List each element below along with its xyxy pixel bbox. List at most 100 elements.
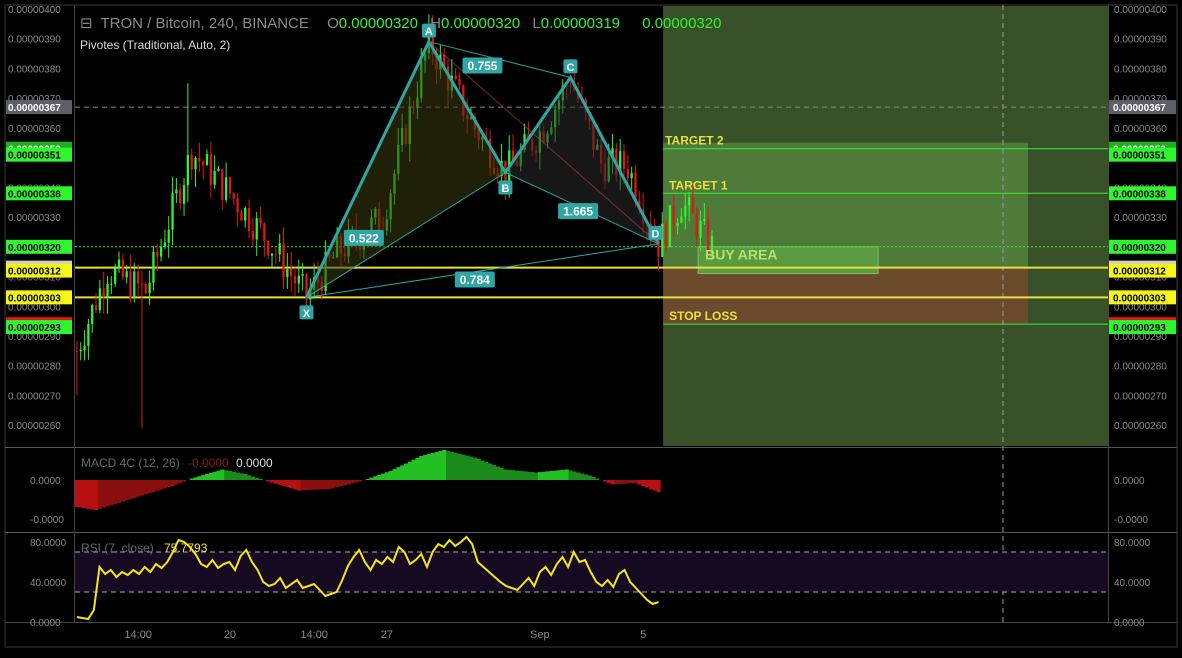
- macd-bar: [343, 480, 347, 485]
- chart-header: ⊟ TRON / Bitcoin, 240, BINANCE O 0.000003…: [80, 14, 725, 32]
- candle: [275, 247, 277, 264]
- candle-body: [455, 76, 457, 79]
- candle-body: [665, 224, 667, 247]
- macd-bar: [255, 478, 259, 480]
- candle: [168, 216, 170, 258]
- price-badge-right-text: 0.00000312: [1113, 267, 1166, 278]
- price-tick-right: 0.00000270: [1114, 391, 1167, 402]
- trading-chart[interactable]: XABCD0.7550.5221.6650.784TARGET 2TARGET …: [0, 0, 1182, 653]
- candle: [106, 276, 108, 314]
- candle-body: [145, 284, 147, 293]
- macd-bar: [641, 480, 645, 486]
- macd-bar: [121, 480, 125, 502]
- macd-bar: [553, 471, 557, 480]
- pattern-ratio-label: 0.784: [460, 273, 490, 287]
- macd-bar: [163, 480, 167, 488]
- candle-body: [673, 205, 675, 226]
- rsi-value: 75.7793: [164, 541, 208, 555]
- low-label: L: [532, 15, 540, 32]
- candle-body: [282, 243, 284, 277]
- macd-bar: [270, 480, 274, 483]
- pattern-point-label: D: [651, 228, 659, 240]
- candle-body: [80, 350, 82, 351]
- macd-bar: [412, 460, 416, 480]
- candle-body: [148, 283, 150, 293]
- macd-bar: [243, 474, 247, 480]
- macd-bar: [511, 470, 515, 480]
- setup-label: TARGET 2: [665, 134, 724, 148]
- candle: [669, 205, 671, 248]
- price-tick-left: 0.00000400: [8, 5, 61, 16]
- macd-bar: [492, 465, 496, 480]
- candle: [87, 319, 89, 360]
- price-tick-right: 0.00000400: [1114, 5, 1167, 16]
- candle-body: [298, 276, 300, 284]
- time-tick: 14:00: [300, 629, 328, 641]
- candle: [256, 212, 258, 256]
- open-label: O: [327, 15, 339, 32]
- candle-body: [676, 223, 678, 226]
- macd-bar: [274, 480, 278, 484]
- macd-bar: [377, 475, 381, 480]
- price-badge-right-text: 0.00000320: [1113, 243, 1166, 254]
- candle-body: [696, 213, 698, 238]
- candle: [458, 73, 460, 90]
- macd-tick-right: -0.0000: [1114, 515, 1148, 526]
- macd-bar: [320, 480, 324, 489]
- price-tick-right: 0.00000280: [1114, 362, 1167, 373]
- candle: [279, 234, 281, 262]
- candle: [175, 178, 177, 203]
- macd-bar: [503, 470, 507, 481]
- candle-body: [236, 198, 238, 212]
- candle-body: [252, 231, 254, 239]
- macd-bar: [75, 480, 79, 507]
- macd-bar: [308, 480, 312, 490]
- macd-bar: [266, 480, 270, 482]
- macd-bar: [588, 476, 592, 481]
- menu-icon[interactable]: ⊟: [80, 15, 93, 32]
- candle: [103, 272, 105, 314]
- candle-body: [106, 284, 108, 297]
- macd-bar: [542, 472, 546, 480]
- price-tick-left: 0.00000380: [8, 64, 61, 75]
- time-tick: 14:00: [124, 629, 152, 641]
- rsi-tick-right: 0.0000: [1114, 618, 1145, 629]
- macd-bar: [94, 480, 98, 510]
- symbol-title[interactable]: TRON / Bitcoin, 240, BINANCE: [100, 15, 308, 32]
- price-badge-right-text: 0.00000351: [1113, 151, 1166, 162]
- macd-bar: [285, 480, 289, 487]
- macd-bar: [347, 480, 351, 484]
- candle-body: [263, 224, 265, 242]
- candle-body: [631, 173, 633, 178]
- macd-bar: [125, 480, 129, 500]
- candle: [148, 271, 150, 305]
- close-value: 0.00000320: [642, 15, 721, 32]
- time-tick: 5: [640, 629, 646, 641]
- macd-bar: [339, 480, 343, 486]
- macd-bar: [282, 480, 286, 486]
- candle-body: [627, 169, 629, 178]
- candle-body: [164, 243, 166, 247]
- pattern-point-label: B: [501, 183, 509, 195]
- time-tick: Sep: [530, 629, 550, 641]
- macd-bar: [209, 473, 213, 480]
- indicator-label[interactable]: Pivotes (Traditional, Auto, 2): [80, 38, 230, 52]
- macd-bar: [446, 451, 450, 480]
- candle-body: [175, 189, 177, 193]
- candle-body: [229, 177, 231, 193]
- candle: [217, 166, 219, 172]
- macd-bar: [370, 478, 374, 480]
- low-value: 0.00000319: [541, 15, 620, 32]
- high-label: H: [430, 15, 441, 32]
- candle: [191, 148, 193, 179]
- macd-bar: [645, 480, 649, 488]
- candle-body: [225, 177, 227, 200]
- macd-bar: [128, 480, 132, 499]
- candle-body: [699, 221, 701, 238]
- macd-bar: [626, 480, 630, 484]
- candle: [263, 222, 265, 257]
- macd-bar: [106, 480, 110, 506]
- candle-body: [279, 243, 281, 254]
- macd-tick-left: -0.0000: [30, 515, 64, 526]
- candle-body: [194, 158, 196, 169]
